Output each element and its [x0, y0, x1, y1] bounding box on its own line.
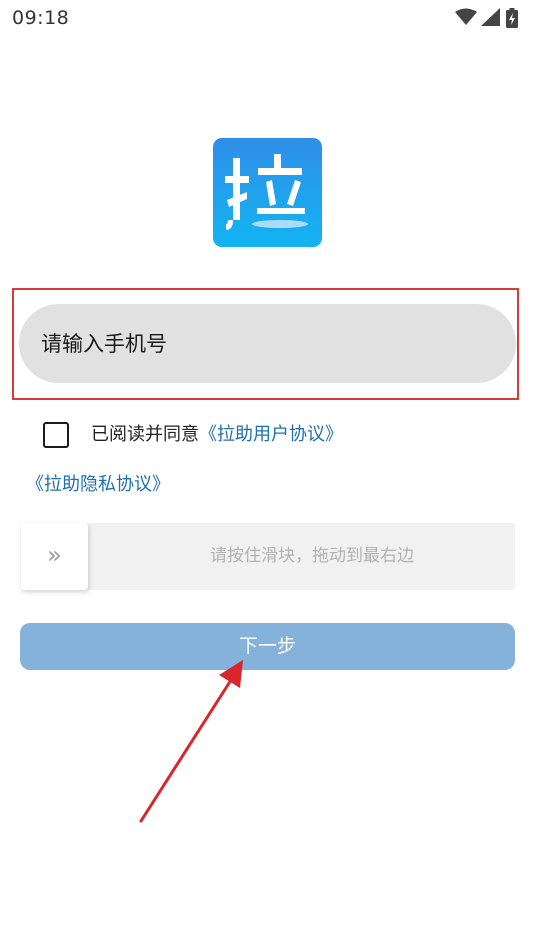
- wifi-icon: [455, 8, 477, 25]
- slider-track[interactable]: 请按住滑块，拖动到最右边: [21, 523, 515, 590]
- agreement-line: 已阅读并同意《拉助用户协议》: [91, 422, 343, 448]
- double-chevron-right-icon: »: [47, 541, 62, 569]
- battery-charging-icon: [506, 8, 518, 28]
- user-agreement-link[interactable]: 《拉助用户协议》: [199, 424, 343, 445]
- agreement-text: 已阅读并同意: [91, 424, 199, 445]
- signal-icon: [481, 8, 500, 26]
- status-time: 09:18: [12, 7, 70, 29]
- app-logo: [213, 138, 322, 247]
- phone-input[interactable]: [19, 304, 516, 383]
- slider-hint: 请按住滑块，拖动到最右边: [210, 546, 414, 566]
- next-step-button[interactable]: 下一步: [20, 623, 515, 670]
- privacy-line: 《拉助隐私协议》: [26, 472, 170, 498]
- slider-handle[interactable]: »: [21, 523, 88, 590]
- privacy-agreement-link[interactable]: 《拉助隐私协议》: [26, 474, 170, 495]
- status-bar: 09:18: [0, 0, 535, 38]
- app-logo-icon: [213, 138, 322, 247]
- agreement-checkbox[interactable]: [43, 422, 69, 448]
